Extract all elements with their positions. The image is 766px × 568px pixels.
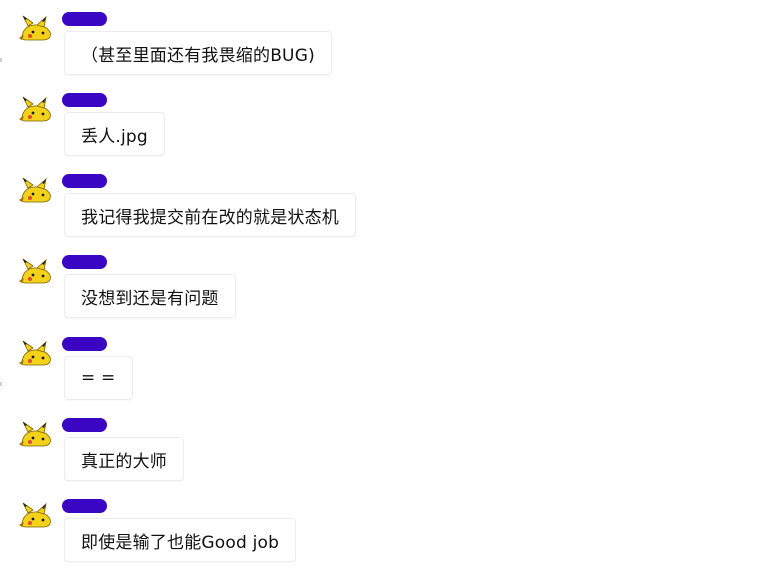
chat-message: （甚至里面还有我畏缩的BUG) (0, 12, 766, 92)
pikachu-avatar-icon[interactable] (18, 95, 54, 123)
pikachu-avatar-icon[interactable] (18, 176, 54, 204)
pikachu-avatar-icon[interactable] (18, 257, 54, 285)
message-bubble[interactable]: （甚至里面还有我畏缩的BUG) (64, 31, 332, 75)
message-text: 我记得我提交前在改的就是状态机 (81, 207, 339, 228)
sender-name-redacted[interactable] (62, 499, 107, 513)
sender-name-redacted[interactable] (62, 255, 107, 269)
sender-name-redacted[interactable] (62, 12, 107, 26)
chat-message: 我记得我提交前在改的就是状态机 (0, 174, 766, 254)
message-bubble[interactable]: 真正的大师 (64, 437, 184, 481)
message-text: 丢人.jpg (81, 126, 148, 147)
message-bubble[interactable]: = = (64, 356, 133, 400)
sender-name-redacted[interactable] (62, 174, 107, 188)
sender-name-redacted[interactable] (62, 93, 107, 107)
chat-message: 真正的大师 (0, 418, 766, 498)
message-bubble[interactable]: 没想到还是有问题 (64, 274, 236, 318)
message-text: （甚至里面还有我畏缩的BUG) (81, 45, 315, 66)
message-bubble[interactable]: 即使是输了也能Good job (64, 518, 297, 562)
message-text: 即使是输了也能Good job (81, 532, 280, 553)
sender-name-redacted[interactable] (62, 337, 107, 351)
pikachu-avatar-icon[interactable] (18, 501, 54, 529)
message-text: = = (81, 368, 116, 388)
sender-name-redacted[interactable] (62, 418, 107, 432)
chat-message: 没想到还是有问题 (0, 255, 766, 335)
chat-window: （甚至里面还有我畏缩的BUG) 丢人.jpg 我记得我提交前在改的就是状态机 没… (0, 0, 766, 568)
pikachu-avatar-icon[interactable] (18, 420, 54, 448)
pikachu-avatar-icon[interactable] (18, 14, 54, 42)
chat-message: = = (0, 337, 766, 417)
message-text: 没想到还是有问题 (81, 288, 219, 309)
message-bubble[interactable]: 丢人.jpg (64, 112, 165, 156)
message-text: 真正的大师 (81, 451, 167, 472)
message-bubble[interactable]: 我记得我提交前在改的就是状态机 (64, 193, 356, 237)
pikachu-avatar-icon[interactable] (18, 339, 54, 367)
chat-message: 丢人.jpg (0, 93, 766, 173)
chat-message: 即使是输了也能Good job (0, 499, 766, 568)
